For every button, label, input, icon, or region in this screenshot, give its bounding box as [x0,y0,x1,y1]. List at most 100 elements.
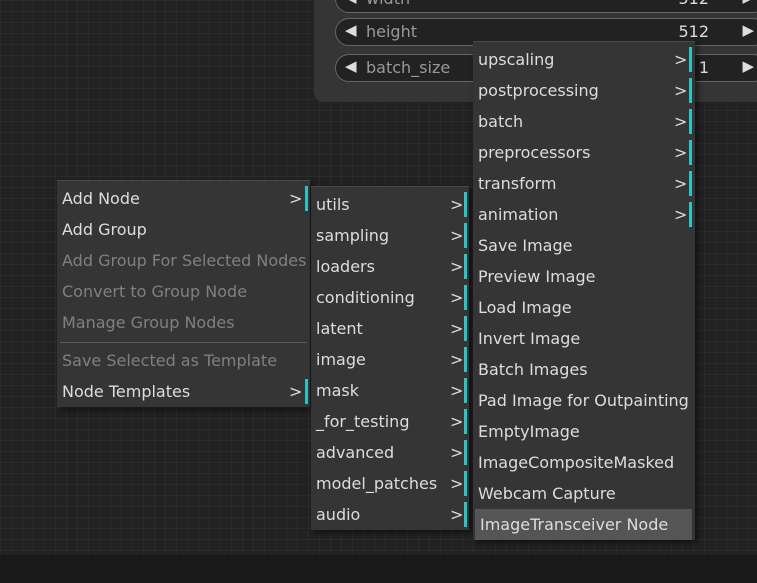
menu-separator [60,342,307,343]
menu-item-save-selected-template: Save Selected as Template [57,345,310,376]
submenu-item-latent[interactable]: latent > [311,313,469,344]
submenu-item-transform[interactable]: transform > [473,168,695,199]
node-item-batch-images[interactable]: Batch Images [473,354,695,385]
submenu-item-batch[interactable]: batch > [473,106,695,137]
menu-item-label: Convert to Group Node [62,282,248,301]
submenu-indicator [464,378,467,403]
node-item-save-image[interactable]: Save Image [473,230,695,261]
submenu-item-animation[interactable]: animation > [473,199,695,230]
node-item-pad-image-for-outpainting[interactable]: Pad Image for Outpainting [473,385,695,416]
submenu-arrow-icon: > [450,288,464,307]
submenu-arrow-icon: > [674,205,688,224]
submenu-item-mask[interactable]: mask > [311,375,469,406]
menu-item-manage-group-nodes: Manage Group Nodes [57,307,310,338]
menu-item-convert-to-group-node: Convert to Group Node [57,276,310,307]
submenu-indicator [464,192,467,217]
submenu-item-loaders[interactable]: loaders > [311,251,469,282]
submenu-item-utils[interactable]: utils > [311,189,469,220]
menu-item-label: upscaling [478,50,555,69]
width-widget[interactable]: ◀ width 512 ▶ [335,0,757,13]
menu-item-label: Pad Image for Outpainting [478,391,689,410]
submenu-item-advanced[interactable]: advanced > [311,437,469,468]
menu-item-label: ImageCompositeMasked [478,453,675,472]
submenu-indicator [464,254,467,279]
decrement-height-icon[interactable]: ◀ [345,21,357,39]
submenu-arrow-icon: > [674,50,688,69]
submenu-arrow-icon: > [450,350,464,369]
submenu-indicator [305,186,308,211]
submenu-item-audio[interactable]: audio > [311,499,469,530]
menu-item-add-node[interactable]: Add Node > [57,183,310,214]
submenu-item-for-testing[interactable]: _for_testing > [311,406,469,437]
submenu-item-image[interactable]: image > [311,344,469,375]
menu-item-node-templates[interactable]: Node Templates > [57,376,310,407]
node-item-image-transceiver[interactable]: ImageTransceiver Node [475,509,692,540]
submenu-arrow-icon: > [450,443,464,462]
menu-item-label: Manage Group Nodes [62,313,235,332]
menu-item-add-group-for-selected: Add Group For Selected Nodes [57,245,310,276]
submenu-arrow-icon: > [450,381,464,400]
node-item-empty-image[interactable]: EmptyImage [473,416,695,447]
submenu-indicator [689,109,692,134]
menu-item-add-group[interactable]: Add Group [57,214,310,245]
canvas-context-menu: Add Node > Add Group Add Group For Selec… [57,180,310,407]
menu-item-label: advanced [316,443,395,462]
node-item-webcam-capture[interactable]: Webcam Capture [473,478,695,509]
menu-item-label: loaders [316,257,375,276]
width-value: 512 [678,0,709,8]
submenu-item-conditioning[interactable]: conditioning > [311,282,469,313]
add-node-submenu: utils > sampling > loaders > conditionin… [311,186,469,530]
increment-height-icon[interactable]: ▶ [742,21,754,39]
submenu-arrow-icon: > [450,226,464,245]
submenu-indicator [689,78,692,103]
submenu-item-postprocessing[interactable]: postprocessing > [473,75,695,106]
menu-item-label: Save Selected as Template [62,351,278,370]
menu-item-label: Preview Image [478,267,596,286]
menu-item-label: preprocessors [478,143,591,162]
height-label: height [366,22,417,41]
menu-item-label: model_patches [316,474,438,493]
menu-item-label: conditioning [316,288,415,307]
submenu-arrow-icon: > [674,143,688,162]
batch-size-value: 1 [698,58,709,77]
menu-item-label: transform [478,174,557,193]
decrement-batch-size-icon[interactable]: ◀ [345,57,357,75]
submenu-arrow-icon: > [674,112,688,131]
submenu-indicator [464,502,467,527]
decrement-width-icon[interactable]: ◀ [345,0,357,6]
submenu-indicator [464,316,467,341]
submenu-indicator [464,285,467,310]
menu-item-label: Add Group For Selected Nodes [62,251,307,270]
menu-item-label: animation [478,205,559,224]
increment-batch-size-icon[interactable]: ▶ [742,57,754,75]
submenu-item-preprocessors[interactable]: preprocessors > [473,137,695,168]
node-item-load-image[interactable]: Load Image [473,292,695,323]
node-item-preview-image[interactable]: Preview Image [473,261,695,292]
submenu-item-sampling[interactable]: sampling > [311,220,469,251]
image-submenu: upscaling > postprocessing > batch > pre… [473,41,695,540]
submenu-indicator [689,47,692,72]
submenu-indicator [689,171,692,196]
submenu-indicator [464,440,467,465]
submenu-item-upscaling[interactable]: upscaling > [473,44,695,75]
menu-item-label: audio [316,505,361,524]
menu-item-label: Add Node [62,189,140,208]
submenu-arrow-icon: > [450,319,464,338]
node-item-invert-image[interactable]: Invert Image [473,323,695,354]
menu-item-label: image [316,350,366,369]
submenu-arrow-icon: > [450,474,464,493]
menu-item-label: Webcam Capture [478,484,616,503]
menu-item-label: mask [316,381,359,400]
submenu-indicator [464,223,467,248]
submenu-indicator [689,140,692,165]
menu-item-label: Load Image [478,298,572,317]
node-item-image-composite-masked[interactable]: ImageCompositeMasked [473,447,695,478]
menu-item-label: _for_testing [316,412,410,431]
menu-item-label: ImageTransceiver Node [480,515,669,534]
submenu-item-model-patches[interactable]: model_patches > [311,468,469,499]
menu-item-label: Batch Images [478,360,588,379]
increment-width-icon[interactable]: ▶ [742,0,754,6]
height-value: 512 [678,22,709,41]
menu-item-label: latent [316,319,363,338]
submenu-arrow-icon: > [450,195,464,214]
